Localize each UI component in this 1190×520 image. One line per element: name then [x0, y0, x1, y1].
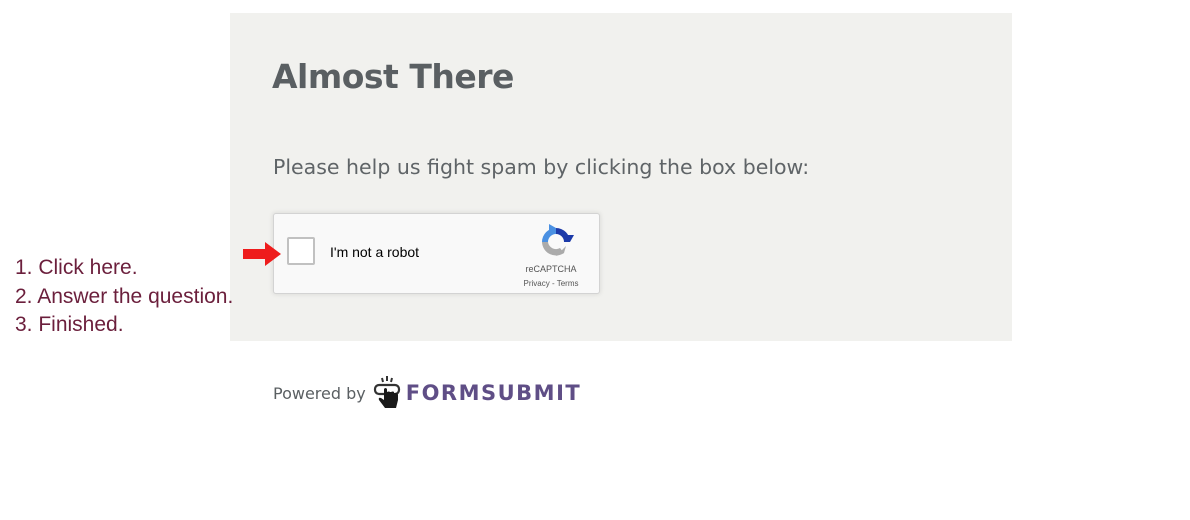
formsubmit-brand: FORMSUBMIT: [405, 381, 582, 405]
links-separator: -: [549, 279, 557, 288]
powered-by-footer[interactable]: Powered by FORMSUBMIT: [273, 376, 581, 410]
pointing-hand-icon: [373, 376, 400, 408]
recaptcha-logo-icon: [542, 224, 574, 256]
recaptcha-links: Privacy - Terms: [507, 279, 595, 288]
recaptcha-checkbox-label[interactable]: I'm not a robot: [330, 244, 419, 260]
instruction-step-2: 2. Answer the question.: [15, 284, 234, 308]
instruction-step-1: 1. Click here.: [15, 256, 138, 279]
privacy-link[interactable]: Privacy: [524, 279, 550, 288]
instruction-steps: 1. Click here. 2. Answer the question. 3…: [15, 254, 233, 340]
terms-link[interactable]: Terms: [557, 279, 579, 288]
powered-by-label: Powered by: [273, 383, 366, 403]
red-arrow-right-icon: [243, 242, 281, 266]
recaptcha-checkbox[interactable]: [287, 237, 315, 265]
page-subtitle: Please help us fight spam by clicking th…: [273, 155, 810, 179]
recaptcha-brand: reCAPTCHA: [525, 264, 577, 274]
instruction-step-3: 3. Finished.: [15, 313, 124, 336]
captcha-panel: Almost There Please help us fight spam b…: [230, 13, 1012, 341]
page-title: Almost There: [272, 57, 514, 96]
recaptcha-widget: I'm not a robot reCAPTCHA Privacy - Term…: [273, 213, 600, 294]
